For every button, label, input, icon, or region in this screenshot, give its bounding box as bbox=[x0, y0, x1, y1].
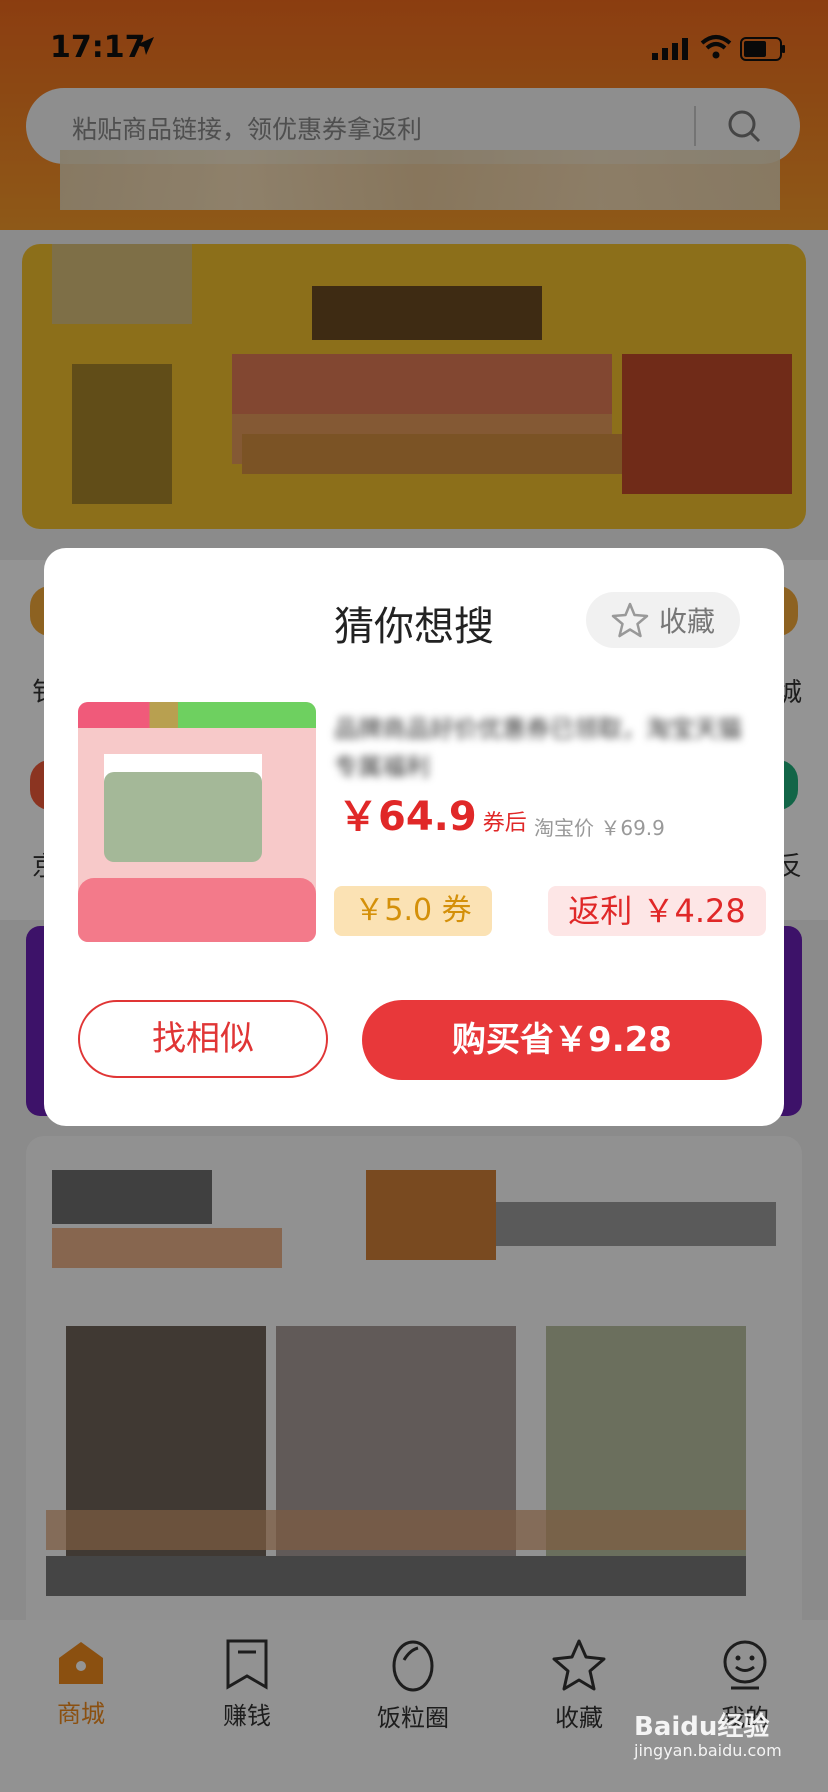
taobao-price: 淘宝价 ￥69.9 bbox=[534, 812, 665, 841]
watermark-brand: Baidu经验 bbox=[634, 1712, 770, 1742]
thumb-pixel-block bbox=[78, 702, 316, 728]
guess-search-dialog: 猜你想搜 收藏 品牌商品好价优惠券已领取，淘宝天猫专属福利 ￥64.9 券后 淘宝… bbox=[44, 548, 784, 1126]
taobao-price-label: 淘宝价 bbox=[534, 816, 594, 840]
star-icon bbox=[611, 602, 649, 638]
product-thumbnail[interactable] bbox=[78, 702, 316, 942]
baidu-watermark: Baidu经验 jingyan.baidu.com bbox=[634, 1706, 782, 1760]
favorite-label: 收藏 bbox=[658, 605, 715, 638]
coupon-price: ￥64.9 bbox=[338, 794, 477, 840]
price-note: 券后 bbox=[482, 811, 527, 836]
buy-button[interactable]: 购买省￥9.28 bbox=[362, 1000, 762, 1080]
rebate-badge: 返利 ￥4.28 bbox=[548, 886, 766, 936]
price-row: ￥64.9 券后 bbox=[338, 784, 527, 844]
thumb-pixel-block bbox=[104, 772, 262, 862]
watermark-url: jingyan.baidu.com bbox=[634, 1741, 782, 1760]
coupon-badge: ￥5.0 券 bbox=[334, 886, 492, 936]
find-similar-button[interactable]: 找相似 bbox=[78, 1000, 328, 1078]
thumb-pixel-block bbox=[78, 878, 316, 942]
favorite-button[interactable]: 收藏 bbox=[586, 592, 740, 648]
product-title[interactable]: 品牌商品好价优惠券已领取，淘宝天猫专属福利 bbox=[334, 710, 754, 786]
taobao-price-value: ￥69.9 bbox=[600, 816, 665, 840]
